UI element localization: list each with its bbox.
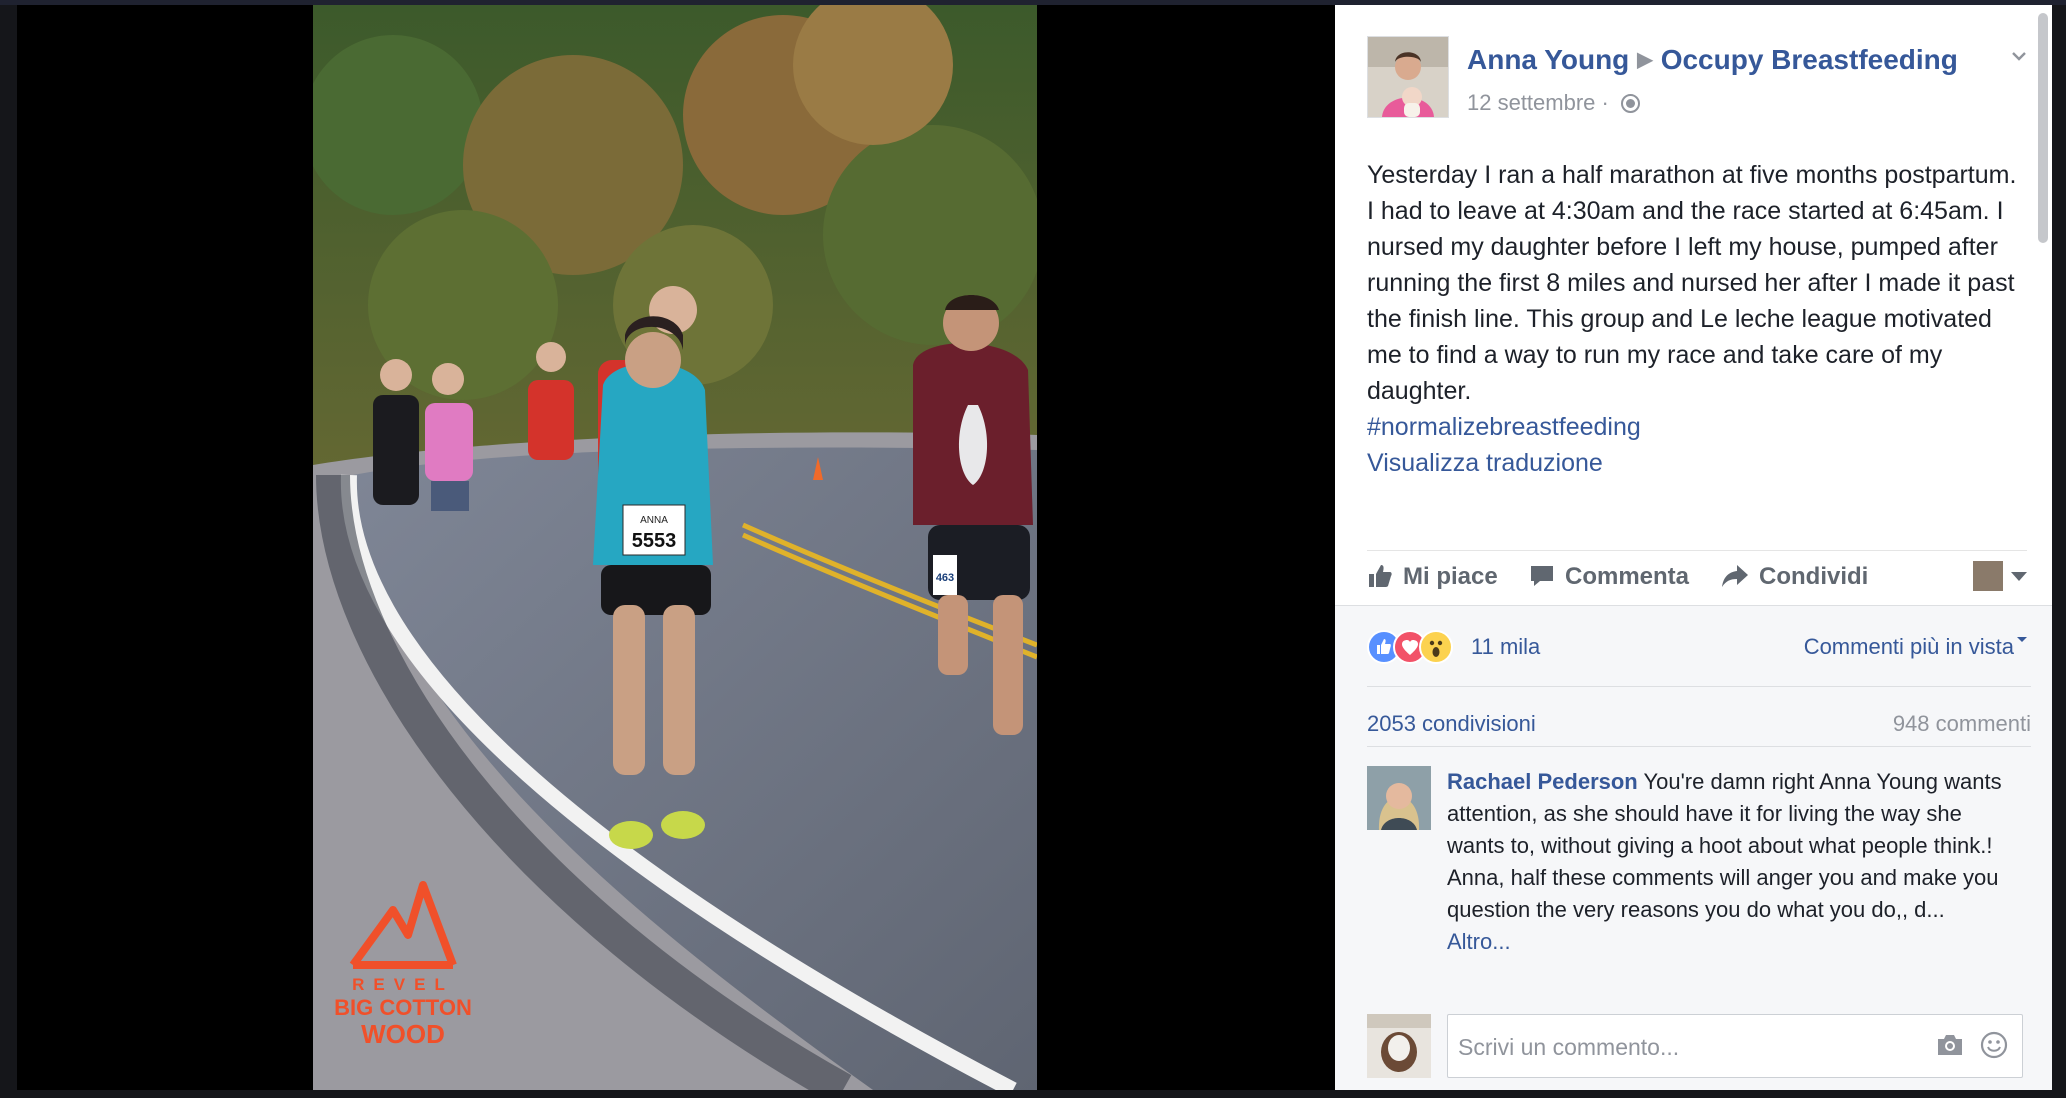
comment-button[interactable]: Commenta [1529, 563, 1689, 591]
caret-down-icon [2011, 571, 2027, 581]
divider [1367, 686, 2031, 687]
emoji-icon[interactable] [1980, 1031, 2008, 1059]
post-title-line: Anna Young ▶ Occupy Breastfeeding [1467, 44, 1958, 76]
thumbs-up-icon [1369, 565, 1392, 587]
marathon-photo[interactable]: ANNA 5553 463 REVEL BIG COTTON WOOD [313, 5, 1037, 1090]
comment-composer [1367, 1014, 2031, 1080]
post-sidebar: Anna Young ▶ Occupy Breastfeeding 12 sette… [1335, 5, 2052, 1090]
group-name[interactable]: Occupy Breastfeeding [1661, 44, 1958, 75]
commenter-avatar[interactable] [1367, 766, 1431, 830]
wow-reaction-icon[interactable] [1419, 630, 1453, 664]
current-user-avatar[interactable] [1367, 1014, 1431, 1078]
camera-icon[interactable] [1936, 1033, 1964, 1057]
like-label: Mi piace [1403, 563, 1498, 590]
post-body: Yesterday I ran a half marathon at five … [1367, 161, 2017, 405]
comment-author[interactable]: Rachael Pederson [1447, 769, 1638, 794]
post-as-selector[interactable] [1973, 561, 2027, 591]
photo-viewer[interactable]: ANNA 5553 463 REVEL BIG COTTON WOOD [17, 5, 1335, 1090]
reactions-count[interactable]: 11 mila [1471, 634, 1540, 660]
author-avatar[interactable] [1367, 36, 1449, 118]
share-arrow-icon [1722, 565, 1748, 587]
sidebar-scrollbar[interactable] [2038, 13, 2048, 243]
reactions-row: 11 mila Commenti più in vista [1367, 626, 2027, 668]
logo-line-3: WOOD [361, 1019, 445, 1049]
share-button[interactable]: Condividi [1721, 563, 1868, 591]
meta-separator: · [1601, 90, 1609, 115]
share-label: Condividi [1759, 563, 1869, 590]
post-actions: Mi piace Commenta Condividi [1367, 550, 2027, 601]
comment-box[interactable] [1447, 1014, 2023, 1078]
comment-bubble-icon [1531, 566, 1553, 586]
bib-number: 5553 [632, 530, 677, 552]
logo-line-2: BIG COTTON [334, 995, 472, 1020]
post-date[interactable]: 12 settembre [1467, 90, 1595, 115]
divider [1367, 746, 2031, 747]
see-more-link[interactable]: Altro... [1447, 929, 1511, 954]
post-meta: 12 settembre · [1467, 90, 1640, 116]
chevron-down-icon[interactable] [2011, 48, 2027, 64]
marathon-photo-image: ANNA 5553 463 REVEL BIG COTTON WOOD [313, 5, 1037, 1090]
comment-order-selector[interactable]: Commenti più in vista [1804, 634, 2027, 660]
comment-input[interactable] [1456, 1033, 1900, 1062]
comments-count[interactable]: 948 commenti [1893, 711, 2031, 737]
commenter-avatar-image [1367, 766, 1431, 830]
hashtag-link[interactable]: #normalizebreastfeeding [1367, 409, 2027, 445]
logo-line-1: REVEL [352, 975, 454, 994]
comment-label: Commenta [1565, 563, 1690, 590]
feedback-section: 11 mila Commenti più in vista 2053 condi… [1335, 605, 2052, 1090]
post-as-avatar [1973, 561, 2003, 591]
stats-row: 2053 condivisioni 948 commenti [1367, 711, 2031, 737]
side-bib-number: 463 [936, 572, 954, 584]
globe-icon[interactable] [1620, 94, 1640, 113]
translate-link[interactable]: Visualizza traduzione [1367, 445, 2027, 481]
current-user-avatar-image [1367, 1014, 1431, 1078]
post-header: Anna Young ▶ Occupy Breastfeeding 12 sette… [1367, 36, 2027, 126]
comment-order-label: Commenti più in vista [1803, 634, 2014, 659]
post-text: Yesterday I ran a half marathon at five … [1367, 157, 2027, 481]
caret-down-icon [2017, 637, 2027, 642]
shares-count[interactable]: 2053 condivisioni [1367, 711, 1536, 736]
author-avatar-image [1368, 37, 1448, 117]
like-button[interactable]: Mi piace [1367, 563, 1498, 591]
comment-body: Rachael Pederson You're damn right Anna … [1447, 766, 2007, 958]
bib-name: ANNA [640, 515, 668, 526]
to-arrow-icon: ▶ [1637, 49, 1653, 71]
author-name[interactable]: Anna Young [1467, 44, 1629, 75]
